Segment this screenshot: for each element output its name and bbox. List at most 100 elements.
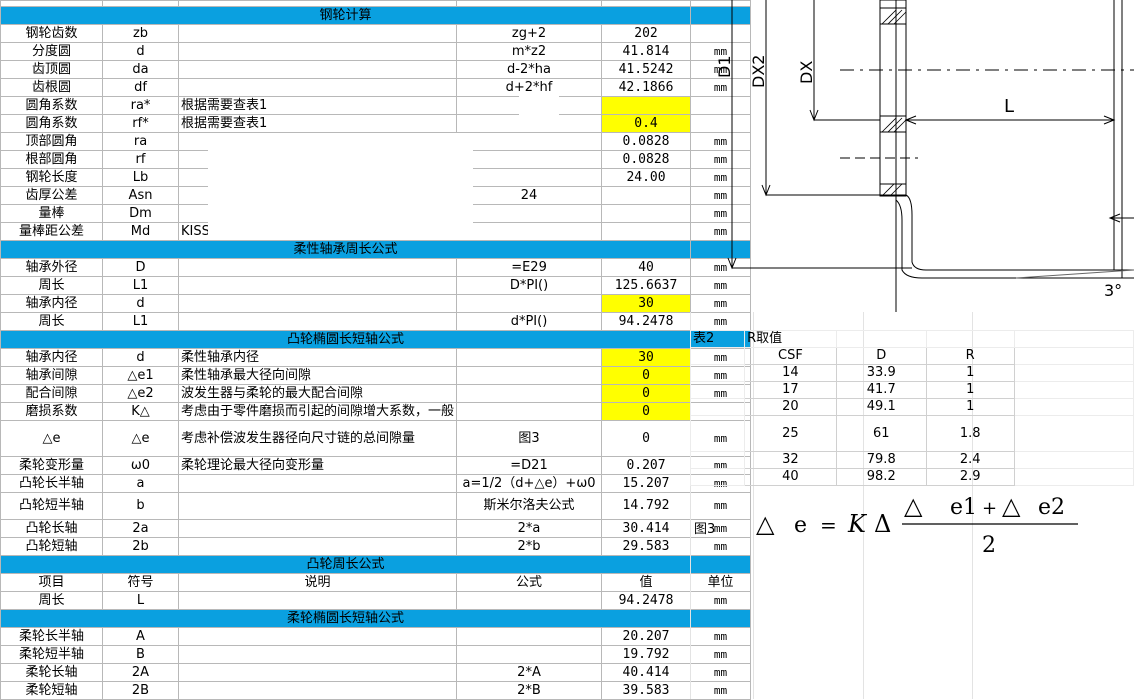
- value-cell[interactable]: 29.583: [601, 537, 692, 556]
- symbol-cell[interactable]: rf*: [102, 114, 179, 133]
- formula-cell[interactable]: 2*B: [456, 681, 603, 700]
- unit-cell[interactable]: mm: [690, 645, 752, 664]
- column-header[interactable]: 值: [601, 573, 692, 592]
- value-cell[interactable]: [601, 204, 692, 223]
- value-cell[interactable]: 40.414: [601, 663, 692, 682]
- description-cell[interactable]: [177, 60, 458, 79]
- value-cell[interactable]: [601, 186, 692, 205]
- value-cell[interactable]: 30: [601, 294, 692, 313]
- symbol-cell[interactable]: L1: [102, 312, 179, 331]
- symbol-cell[interactable]: A: [102, 627, 179, 646]
- column-header[interactable]: 符号: [102, 573, 179, 592]
- row-name-cell[interactable]: 周长: [0, 591, 103, 610]
- value-cell[interactable]: 0: [601, 420, 692, 457]
- formula-cell[interactable]: [456, 591, 603, 610]
- symbol-cell[interactable]: △e1: [102, 366, 179, 385]
- value-cell[interactable]: 0.0828: [601, 132, 692, 151]
- row-name-cell[interactable]: 根部圆角: [0, 150, 103, 169]
- table2-cell[interactable]: 25: [744, 415, 837, 452]
- row-name-cell[interactable]: 圆角系数: [0, 114, 103, 133]
- unit-cell[interactable]: mm: [690, 591, 752, 610]
- row-name-cell[interactable]: 顶部圆角: [0, 132, 103, 151]
- symbol-cell[interactable]: 2b: [102, 537, 179, 556]
- row-name-cell[interactable]: 轴承间隙: [0, 366, 103, 385]
- description-cell[interactable]: 根据需要查表1: [177, 114, 458, 133]
- unit-cell[interactable]: mm: [690, 492, 752, 520]
- symbol-cell[interactable]: Lb: [102, 168, 179, 187]
- symbol-cell[interactable]: b: [102, 492, 179, 520]
- table2-cell[interactable]: 1.8: [925, 415, 1015, 452]
- formula-cell[interactable]: 斯米尔洛夫公式: [456, 492, 603, 520]
- description-cell[interactable]: [177, 276, 458, 295]
- formula-cell[interactable]: =D21: [456, 456, 603, 475]
- symbol-cell[interactable]: zb: [102, 24, 179, 43]
- table2-column-header[interactable]: D: [835, 347, 927, 365]
- formula-cell[interactable]: a=1/2（d+△e）+ω0: [456, 474, 603, 493]
- formula-cell[interactable]: 2*b: [456, 537, 603, 556]
- symbol-cell[interactable]: B: [102, 645, 179, 664]
- table2-cell[interactable]: 17: [744, 381, 837, 399]
- formula-cell[interactable]: m*z2: [456, 42, 603, 61]
- table2-cell[interactable]: 1: [925, 398, 1015, 416]
- row-name-cell[interactable]: 齿根圆: [0, 78, 103, 97]
- description-cell[interactable]: 根据需要查表1: [177, 96, 458, 115]
- formula-cell[interactable]: [456, 132, 603, 151]
- table2-cell[interactable]: 1: [925, 364, 1015, 382]
- unit-cell[interactable]: mm: [690, 663, 752, 682]
- description-cell[interactable]: 波发生器与柔轮的最大配合间隙: [177, 384, 458, 403]
- value-cell[interactable]: 39.583: [601, 681, 692, 700]
- section-flex-bearing[interactable]: 柔性轴承周长公式: [0, 240, 692, 259]
- value-cell[interactable]: 19.792: [601, 645, 692, 664]
- value-cell[interactable]: 42.1866: [601, 78, 692, 97]
- description-cell[interactable]: [177, 258, 458, 277]
- formula-cell[interactable]: [456, 645, 603, 664]
- description-cell[interactable]: 柔性轴承最大径向间隙: [177, 366, 458, 385]
- value-cell[interactable]: 15.207: [601, 474, 692, 493]
- value-cell[interactable]: 0: [601, 384, 692, 403]
- symbol-cell[interactable]: Asn: [102, 186, 179, 205]
- row-name-cell[interactable]: 轴承内径: [0, 348, 103, 367]
- value-cell[interactable]: 30: [601, 348, 692, 367]
- description-cell[interactable]: [177, 42, 458, 61]
- row-name-cell[interactable]: △e: [0, 420, 103, 457]
- formula-cell[interactable]: [456, 384, 603, 403]
- table2-cell[interactable]: 2.9: [925, 468, 1015, 486]
- symbol-cell[interactable]: L: [102, 591, 179, 610]
- formula-cell[interactable]: 2*a: [456, 519, 603, 538]
- value-cell[interactable]: 40: [601, 258, 692, 277]
- row-name-cell[interactable]: 圆角系数: [0, 96, 103, 115]
- row-name-cell[interactable]: 柔轮短半轴: [0, 645, 103, 664]
- symbol-cell[interactable]: a: [102, 474, 179, 493]
- formula-cell[interactable]: d-2*ha: [456, 60, 603, 79]
- table2-cell[interactable]: 49.1: [835, 398, 927, 416]
- row-name-cell[interactable]: 柔轮短轴: [0, 681, 103, 700]
- row-name-cell[interactable]: 柔轮长轴: [0, 663, 103, 682]
- value-cell[interactable]: 30.414: [601, 519, 692, 538]
- description-cell[interactable]: [177, 591, 458, 610]
- row-name-cell[interactable]: 齿顶圆: [0, 60, 103, 79]
- table2-cell[interactable]: 33.9: [835, 364, 927, 382]
- row-name-cell[interactable]: 周长: [0, 276, 103, 295]
- value-cell[interactable]: 94.2478: [601, 591, 692, 610]
- symbol-cell[interactable]: 2A: [102, 663, 179, 682]
- row-name-cell[interactable]: 磨损系数: [0, 402, 103, 421]
- unit-cell[interactable]: mm: [690, 627, 752, 646]
- formula-cell[interactable]: [456, 294, 603, 313]
- description-cell[interactable]: 考虑补偿波发生器径向尺寸链的总间隙量: [177, 420, 458, 457]
- description-cell[interactable]: [177, 474, 458, 493]
- symbol-cell[interactable]: Dm: [102, 204, 179, 223]
- description-cell[interactable]: [177, 519, 458, 538]
- value-cell[interactable]: 125.6637: [601, 276, 692, 295]
- formula-cell[interactable]: 24: [456, 186, 603, 205]
- section-gear-calc[interactable]: 钢轮计算: [0, 6, 692, 25]
- description-cell[interactable]: 柔轮理论最大径向变形量: [177, 456, 458, 475]
- row-name-cell[interactable]: 柔轮长半轴: [0, 627, 103, 646]
- symbol-cell[interactable]: △e: [102, 420, 179, 457]
- row-name-cell[interactable]: 配合间隙: [0, 384, 103, 403]
- description-cell[interactable]: [177, 627, 458, 646]
- row-name-cell[interactable]: 凸轮短轴: [0, 537, 103, 556]
- description-cell[interactable]: [177, 663, 458, 682]
- description-cell[interactable]: [177, 24, 458, 43]
- row-name-cell[interactable]: 柔轮变形量: [0, 456, 103, 475]
- row-name-cell[interactable]: 凸轮长轴: [0, 519, 103, 538]
